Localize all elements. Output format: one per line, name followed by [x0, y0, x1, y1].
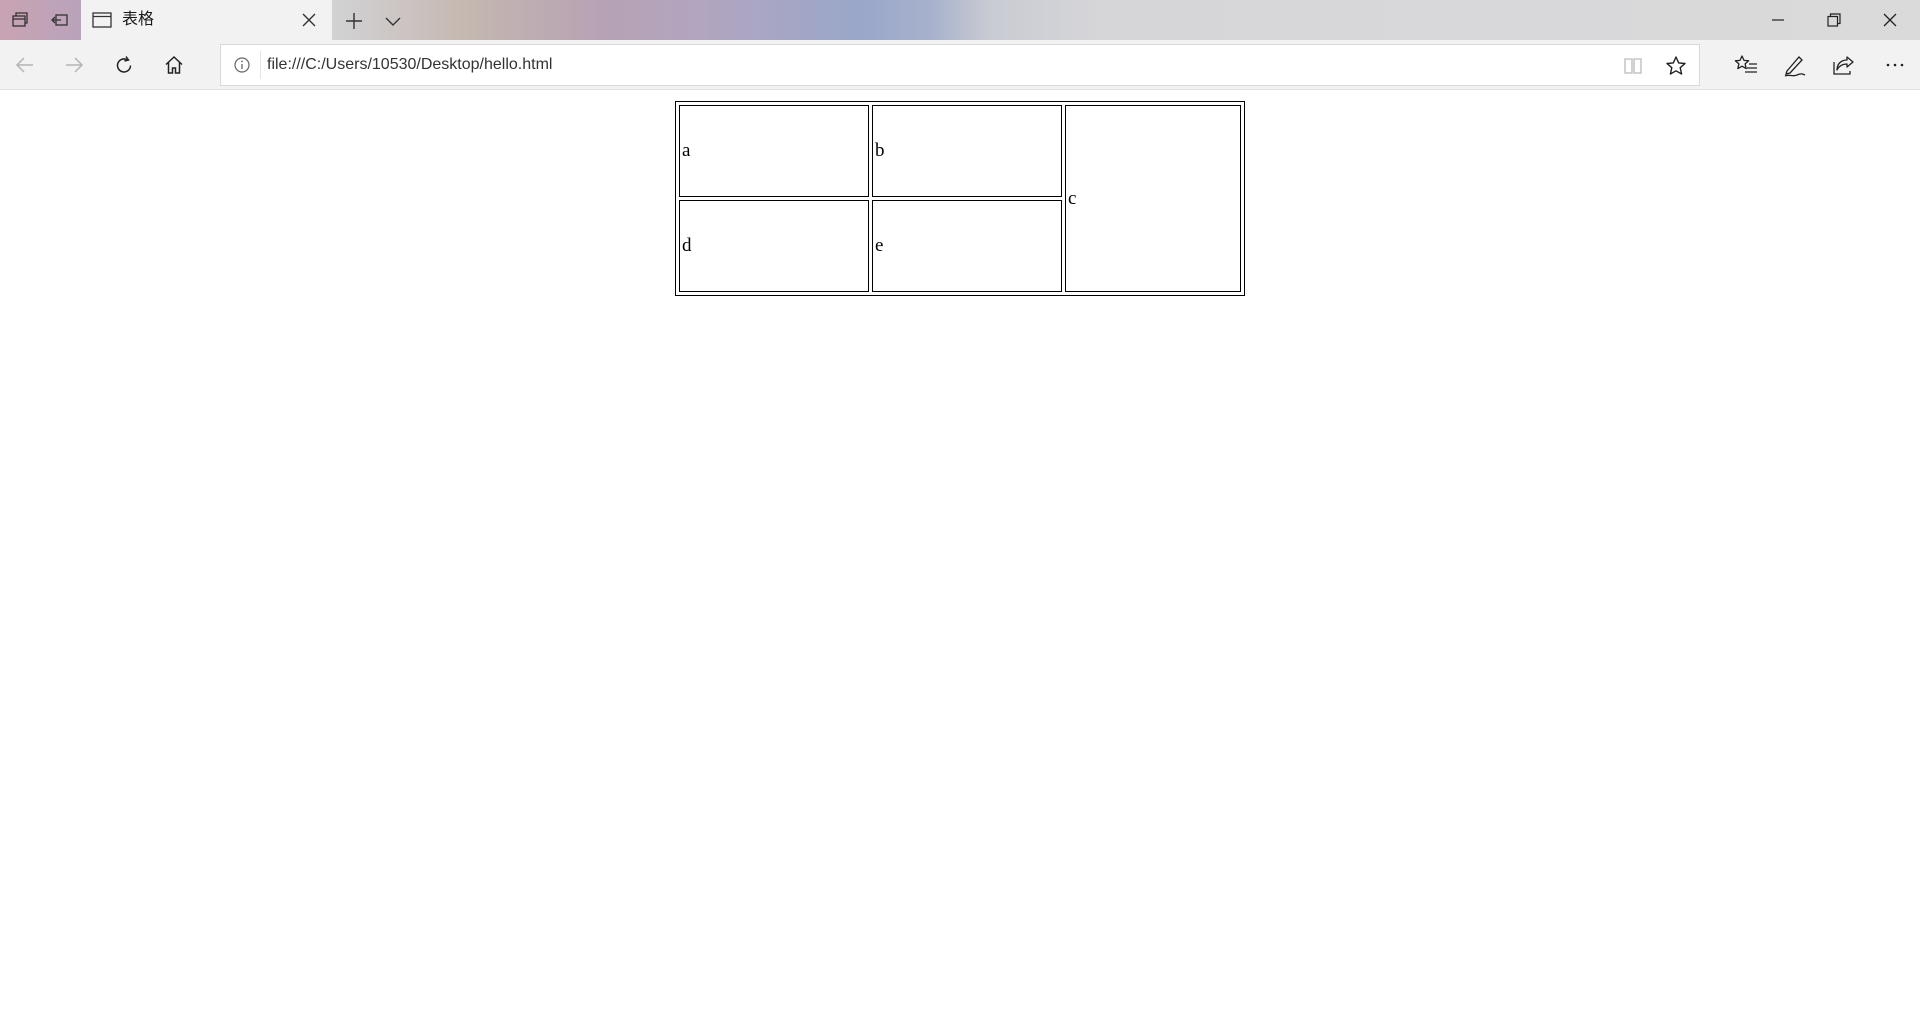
tab-list-chevron-icon[interactable] — [381, 9, 405, 33]
page-content: a b c d e — [0, 91, 1920, 1030]
address-divider — [260, 51, 261, 79]
page-icon — [92, 12, 112, 28]
tabs-set-aside-restore-icon[interactable] — [48, 8, 72, 32]
close-window-icon[interactable] — [1862, 0, 1918, 40]
cell-b: b — [872, 105, 1062, 197]
address-bar[interactable]: file:///C:/Users/10530/Desktop/hello.htm… — [220, 44, 1700, 86]
cell-c: c — [1065, 105, 1241, 292]
new-tab-icon[interactable] — [342, 9, 366, 33]
favorites-hub-icon[interactable] — [1730, 49, 1762, 81]
title-bar: 表格 — [0, 0, 1920, 40]
table-row: a b c — [679, 105, 1241, 292]
close-tab-icon[interactable] — [299, 10, 319, 30]
navigation-bar: file:///C:/Users/10530/Desktop/hello.htm… — [0, 40, 1920, 90]
refresh-icon[interactable] — [108, 49, 140, 81]
cell-d: d — [679, 200, 869, 292]
back-icon[interactable] — [9, 49, 41, 81]
add-favorite-star-icon[interactable] — [1664, 54, 1688, 78]
set-tabs-aside-icon[interactable] — [8, 8, 32, 32]
cell-e: e — [872, 200, 1062, 292]
minimize-icon[interactable] — [1750, 0, 1806, 40]
url-text[interactable]: file:///C:/Users/10530/Desktop/hello.htm… — [267, 55, 552, 75]
tab-title: 表格 — [122, 11, 155, 28]
home-icon[interactable] — [158, 49, 190, 81]
cell-a: a — [679, 105, 869, 197]
web-note-pen-icon[interactable] — [1779, 49, 1811, 81]
forward-icon[interactable] — [58, 49, 90, 81]
restore-icon[interactable] — [1806, 0, 1862, 40]
share-icon[interactable] — [1828, 49, 1860, 81]
reading-view-icon[interactable] — [1622, 55, 1644, 77]
more-options-icon[interactable] — [1879, 49, 1911, 81]
content-table: a b c d e — [675, 101, 1245, 296]
browser-tab[interactable]: 表格 — [81, 0, 332, 40]
site-info-icon[interactable] — [233, 56, 251, 74]
